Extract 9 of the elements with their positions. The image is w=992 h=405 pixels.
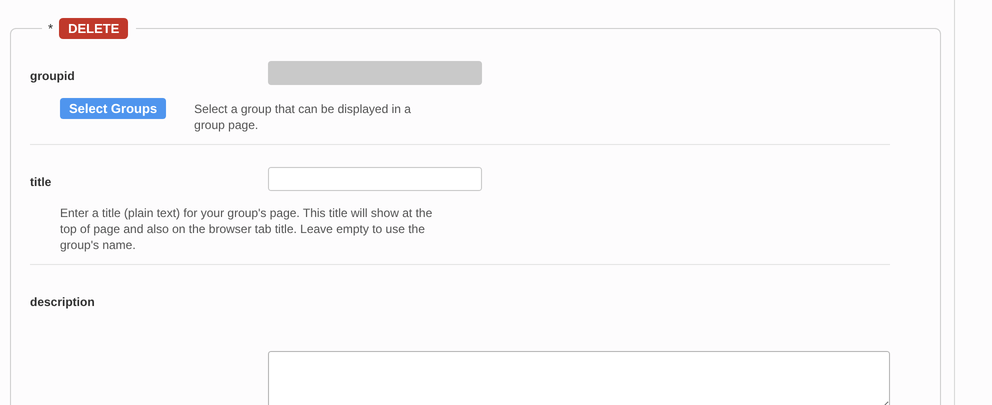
help-text: Enter a title (plain text) for your group's page. This title will show at the top of page and also on the browser tab title. Leave empty to use the group's name. bbox=[60, 205, 434, 253]
field-label: title bbox=[30, 174, 52, 189]
description-field[interactable] bbox=[268, 351, 890, 405]
delete-badge: DELETE bbox=[59, 18, 128, 39]
help-text: Select a group that can be displayed in a group page. bbox=[194, 101, 412, 133]
required-mark: * bbox=[48, 21, 54, 36]
title-field[interactable] bbox=[268, 167, 482, 191]
field-label: groupid bbox=[30, 68, 76, 83]
field-label: description bbox=[30, 294, 96, 309]
